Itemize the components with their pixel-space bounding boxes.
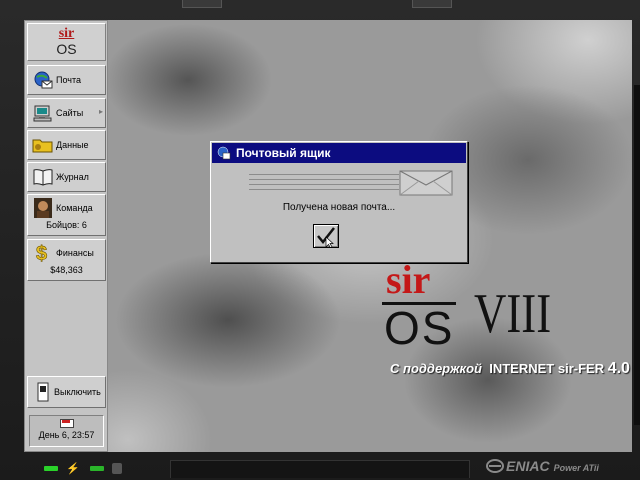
brand-version: VIII xyxy=(474,283,552,345)
team-count: Бойцов: 6 xyxy=(46,220,87,230)
sidebar-item-label: Данные xyxy=(56,140,89,150)
sidebar-item-data[interactable]: Данные xyxy=(27,130,106,160)
hinge-left xyxy=(182,0,222,8)
drive-icon xyxy=(112,463,122,474)
sidebar-item-label: Финансы xyxy=(56,248,94,258)
dialog-title-bar[interactable]: Почтовый ящик xyxy=(212,143,466,163)
submenu-arrow-icon: ▸ xyxy=(98,107,103,116)
battery-bolt-icon: ⚡ xyxy=(66,463,80,475)
sidebar-item-mail[interactable]: Почта xyxy=(27,65,106,95)
tagline-prefix: С поддержкой xyxy=(390,361,482,376)
power-led xyxy=(44,466,58,471)
sidebar-item-journal[interactable]: Журнал xyxy=(27,162,106,192)
envelope-icon xyxy=(399,170,453,196)
brand-sir: sir xyxy=(386,257,431,302)
shutdown-button[interactable]: Выключить xyxy=(27,376,106,408)
sidebar-item-label: Сайты xyxy=(56,108,84,118)
dialog-message: Получена новая почта... xyxy=(282,202,396,213)
dialog-title: Почтовый ящик xyxy=(236,146,331,160)
sidebar-item-label: Почта xyxy=(56,75,81,85)
globe-mail-icon xyxy=(217,146,231,160)
sidebar-logo: sir OS xyxy=(27,23,106,61)
sidebar-item-label: Команда xyxy=(56,203,93,213)
globe-mail-icon xyxy=(32,70,54,90)
desktop: Почтовый ящик Получена новая почта... si… xyxy=(108,20,632,452)
team-portrait-icon xyxy=(32,198,54,218)
svg-text:$: $ xyxy=(36,243,47,263)
ok-button[interactable] xyxy=(313,224,339,248)
model-name: Power ATii xyxy=(553,462,599,473)
new-mail-indicator-icon[interactable] xyxy=(59,419,74,428)
clock-text: День 6, 23:57 xyxy=(38,430,95,440)
tagline-main: INTERNET sir-FER xyxy=(489,361,605,376)
mailbox-dialog: Почтовый ящик Получена новая почта... xyxy=(210,141,468,263)
clock-panel: День 6, 23:57 xyxy=(29,415,104,447)
sidebar-logo-sir: sir xyxy=(58,26,75,41)
power-switch-icon xyxy=(34,382,52,402)
brand-os: OS xyxy=(384,302,455,354)
sidebar-logo-os: OS xyxy=(56,41,77,57)
tagline-version: 4.0 xyxy=(607,360,630,377)
maker-logo: ENIAC Power ATii xyxy=(486,458,599,474)
book-icon xyxy=(32,167,54,187)
eniac-logo-icon xyxy=(486,459,504,473)
hinge-slot xyxy=(170,460,470,478)
screen: sir OS Почта Сайты ▸ Данные Журнал Коман… xyxy=(24,20,632,452)
activity-led xyxy=(90,466,104,471)
shutdown-label: Выключить xyxy=(54,387,101,397)
envelope-speed-lines xyxy=(249,174,399,194)
tagline: С поддержкой INTERNET sir-FER 4.0 xyxy=(390,360,630,378)
sidebar-item-finance[interactable]: $ Финансы $48,363 xyxy=(27,239,106,281)
sidebar-item-sites[interactable]: Сайты ▸ xyxy=(27,98,106,128)
balance-value: $48,363 xyxy=(50,265,83,275)
hinge-right xyxy=(412,0,452,8)
folder-icon xyxy=(32,135,54,155)
dollar-icon: $ xyxy=(32,243,54,263)
sidebar-item-label: Журнал xyxy=(56,172,89,182)
checkmark-icon xyxy=(317,227,335,247)
bezel-edge xyxy=(634,85,640,425)
sidebar-item-team[interactable]: Команда Бойцов: 6 xyxy=(27,194,106,236)
sidebar: sir OS Почта Сайты ▸ Данные Журнал Коман… xyxy=(24,20,108,452)
maker-name: ENIAC xyxy=(506,458,550,474)
computer-icon xyxy=(32,103,54,123)
